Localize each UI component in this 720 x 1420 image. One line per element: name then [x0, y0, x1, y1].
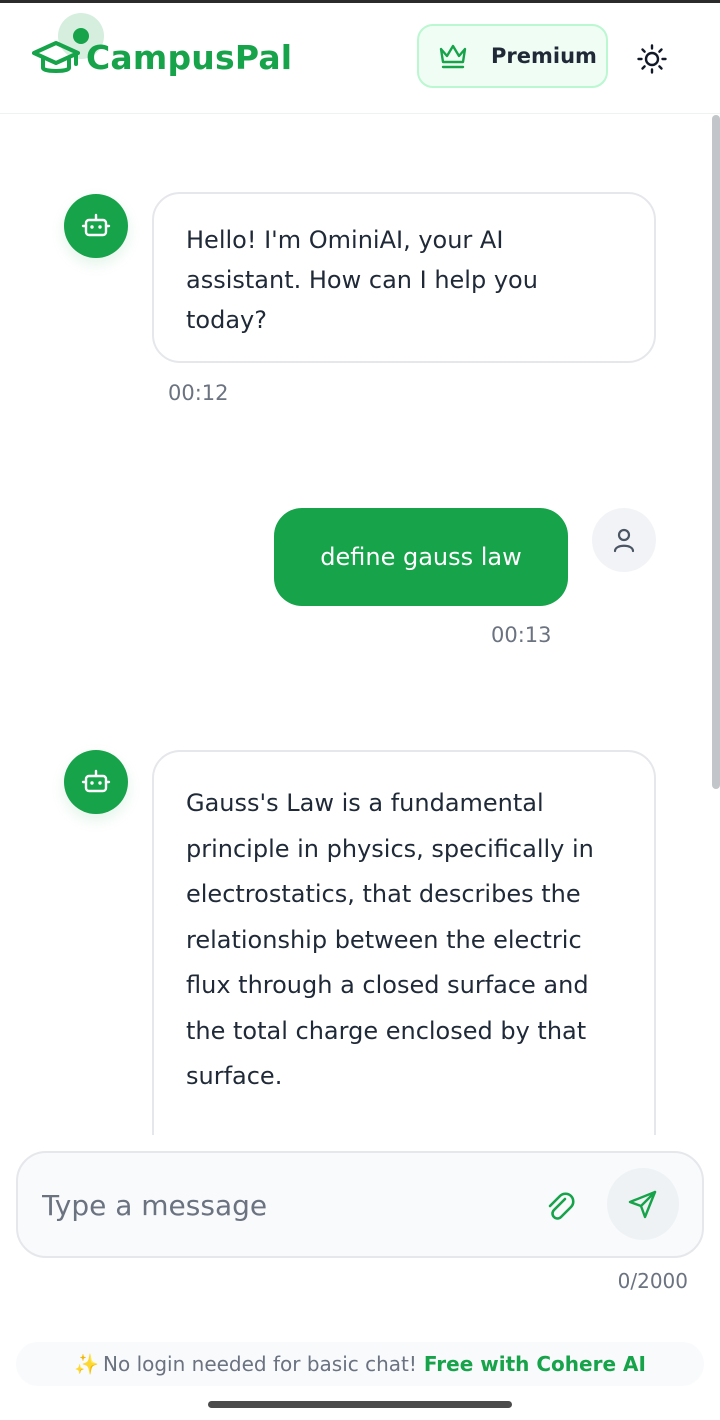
- crown-icon: [439, 44, 467, 69]
- message-composer: [16, 1151, 704, 1258]
- attach-button[interactable]: [540, 1187, 580, 1227]
- home-indicator[interactable]: [208, 1401, 512, 1408]
- user-message-bubble: define gauss law: [274, 508, 568, 606]
- user-icon: [613, 528, 635, 553]
- premium-label: Premium: [491, 44, 597, 68]
- send-button[interactable]: [607, 1168, 679, 1240]
- user-avatar: [592, 508, 656, 572]
- theme-toggle-button[interactable]: [628, 35, 676, 83]
- graduation-cap-icon: [32, 41, 80, 73]
- bot-avatar: [64, 194, 128, 258]
- message-input[interactable]: [42, 1181, 522, 1229]
- bot-message-bubble: Gauss's Law is a fundamental principle i…: [152, 750, 656, 1135]
- sun-icon: [637, 44, 667, 74]
- sparkle-icon: ✨: [74, 1352, 100, 1376]
- chat-scrollbar[interactable]: [711, 115, 720, 1135]
- bot-avatar: [64, 750, 128, 814]
- chat-message-list[interactable]: Hello! I'm OminiAI, your AI assistant. H…: [0, 115, 720, 1135]
- character-counter: 0/2000: [617, 1269, 688, 1293]
- robot-icon: [81, 213, 111, 237]
- send-icon: [628, 1190, 657, 1219]
- cohere-ai-link[interactable]: Free with Cohere AI: [424, 1352, 646, 1376]
- robot-icon: [81, 769, 111, 793]
- premium-button[interactable]: Premium: [417, 24, 608, 88]
- scrollbar-thumb[interactable]: [712, 115, 720, 789]
- info-banner-text: No login needed for basic chat!: [103, 1352, 417, 1376]
- paperclip-icon: [548, 1192, 575, 1220]
- app-name: CampusPal: [86, 37, 293, 77]
- message-timestamp: 00:12: [168, 381, 229, 405]
- message-timestamp: 00:13: [491, 623, 552, 647]
- info-banner: ✨ No login needed for basic chat! Free w…: [16, 1342, 704, 1386]
- brand-logo[interactable]: CampusPal: [32, 13, 293, 77]
- bot-message-bubble: Hello! I'm OminiAI, your AI assistant. H…: [152, 192, 656, 363]
- app-header: CampusPal Premium: [0, 3, 720, 114]
